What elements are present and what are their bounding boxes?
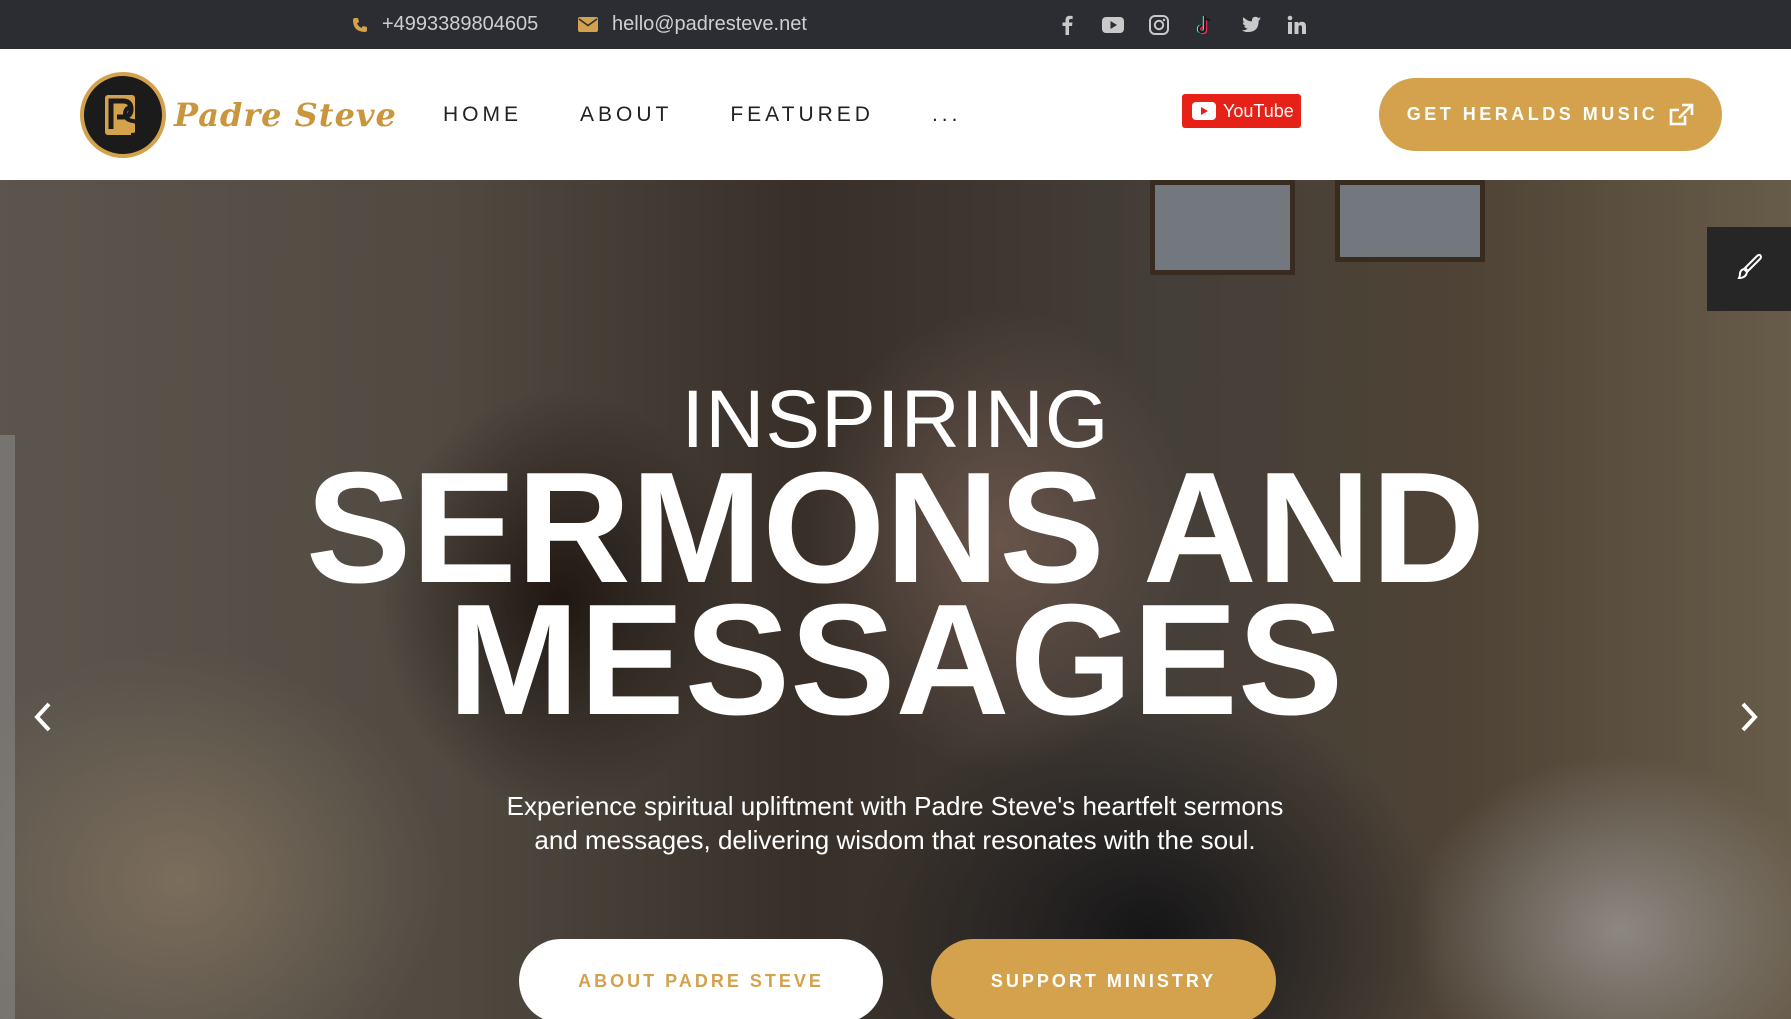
nav-item-featured[interactable]: FEATURED — [730, 103, 874, 127]
nav-item-home[interactable]: HOME — [443, 103, 522, 127]
nav-item-about[interactable]: ABOUT — [580, 103, 672, 127]
facebook-icon[interactable] — [1044, 0, 1090, 49]
external-link-icon — [1668, 103, 1694, 127]
phone-icon — [352, 17, 368, 33]
email-address: hello@padresteve.net — [612, 13, 807, 35]
style-customizer-button[interactable] — [1707, 227, 1791, 311]
logo-text: Padre Steve — [174, 96, 397, 134]
hero-description: Experience spiritual upliftment with Pad… — [506, 791, 1284, 855]
about-padre-steve-button[interactable]: ABOUT PADRE STEVE — [519, 939, 883, 1019]
youtube-badge-label: YouTube — [1223, 100, 1294, 121]
envelope-icon — [578, 17, 598, 32]
hero-slider: INSPIRING SERMONS AND MESSAGES Experienc… — [0, 180, 1791, 1019]
tiktok-icon[interactable] — [1182, 0, 1228, 49]
cta-label: GET HERALDS MUSIC — [1406, 104, 1659, 124]
paintbrush-icon — [1734, 252, 1764, 287]
youtube-subscribe-badge[interactable]: YouTube — [1182, 94, 1301, 128]
logo-emblem — [80, 72, 166, 158]
youtube-icon[interactable] — [1090, 0, 1136, 49]
linkedin-icon[interactable] — [1274, 0, 1320, 49]
hero-headline: SERMONS AND MESSAGES — [0, 449, 1791, 748]
instagram-icon[interactable] — [1136, 0, 1182, 49]
nav-item-more[interactable]: ... — [932, 103, 962, 127]
site-logo[interactable]: Padre Steve — [80, 72, 397, 158]
email-contact[interactable]: hello@padresteve.net — [578, 0, 807, 49]
phone-number: +4993389804605 — [382, 13, 539, 35]
hero-headline-line-2: MESSAGES — [447, 572, 1344, 748]
twitter-icon[interactable] — [1228, 0, 1274, 49]
main-nav: HOME ABOUT FEATURED ... — [443, 49, 1019, 180]
phone-contact[interactable]: +4993389804605 — [352, 0, 538, 49]
support-ministry-button[interactable]: SUPPORT MINISTRY — [931, 939, 1276, 1019]
get-heralds-music-button[interactable]: GET HERALDS MUSIC — [1379, 78, 1722, 151]
site-header: Padre Steve HOME ABOUT FEATURED ... YouT… — [0, 49, 1791, 180]
youtube-play-icon — [1192, 102, 1216, 120]
top-bar: +4993389804605 hello@padresteve.net — [0, 0, 1791, 49]
social-links — [1044, 0, 1320, 49]
